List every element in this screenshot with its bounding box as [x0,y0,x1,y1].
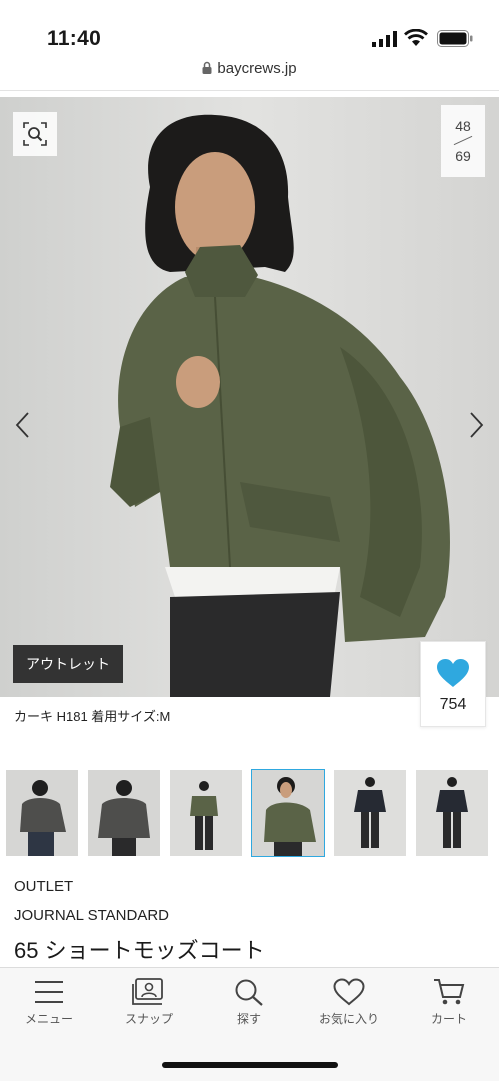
zoom-icon [23,122,47,146]
snap-icon [132,978,163,1005]
nav-cart-label: カート [430,1012,467,1026]
heart-outline-icon [333,978,365,1006]
search-icon [235,979,263,1006]
product-label: OUTLET [14,878,74,895]
nav-cart[interactable]: カート [404,978,494,1027]
thumbnail-6[interactable] [416,770,488,856]
counter-divider [453,135,473,146]
product-name: 65 ショートモッズコート [14,938,265,963]
menu-icon [35,981,63,1003]
status-time: 11:40 [47,27,102,50]
outlet-badge: アウトレット [13,645,123,683]
zoom-button[interactable] [13,112,57,156]
nav-snap-label: スナップ [124,1012,173,1026]
thumbnail-5[interactable] [334,770,406,856]
cart-icon [434,979,465,1005]
nav-search-label: 探す [236,1012,261,1026]
nav-menu-label: メニュー [24,1012,73,1026]
lock-icon [202,61,212,74]
thumbnail-3[interactable] [170,770,242,856]
wifi-icon [404,29,428,46]
nav-favorites-label: お気に入り [318,1012,379,1026]
nav-search[interactable]: 探す [204,978,294,1027]
favorite-count: 754 [439,696,467,713]
image-counter: 48 69 [441,105,485,177]
image-counter-current: 48 [455,118,471,134]
thumbnail-strip [0,769,499,858]
next-image-arrow-icon[interactable] [463,410,487,440]
prev-image-arrow-icon[interactable] [12,410,36,440]
product-main-image[interactable] [0,97,499,697]
product-brand[interactable]: JOURNAL STANDARD [14,907,169,924]
nav-menu[interactable]: メニュー [4,978,94,1027]
status-bar: 11:40 [0,0,499,54]
signal-icon [372,31,397,47]
favorite-button[interactable]: 754 [420,641,486,727]
thumbnail-1[interactable] [6,770,78,856]
nav-favorites[interactable]: お気に入り [304,978,394,1027]
thumbnail-4-selected[interactable] [251,769,325,857]
battery-icon [437,30,473,47]
thumbnail-2[interactable] [88,770,160,856]
image-caption: カーキ H181 着用サイズ:M [14,709,171,724]
image-counter-total: 69 [455,148,471,164]
heart-icon [437,659,469,687]
home-indicator[interactable] [162,1062,338,1068]
model-photo [0,97,499,697]
browser-url-bar[interactable]: baycrews.jp [0,54,499,91]
nav-snap[interactable]: スナップ [104,978,194,1027]
url-text: baycrews.jp [217,60,297,77]
